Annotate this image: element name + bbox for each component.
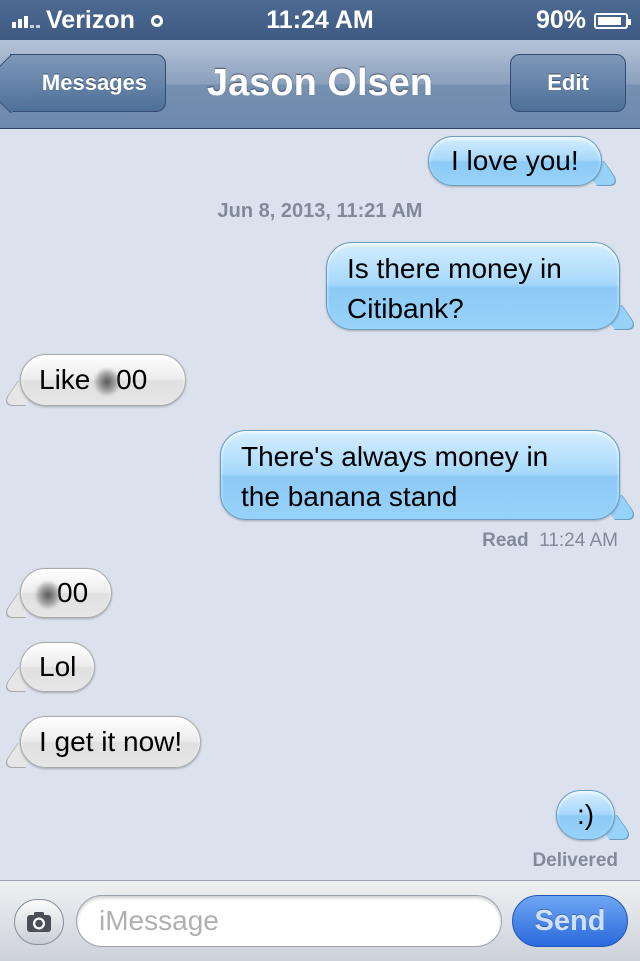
battery-percent: 90% [535, 6, 586, 34]
message-text: Lol [39, 651, 77, 682]
message-text-line: the banana stand [241, 481, 458, 512]
received-message-bubble[interactable]: I get it now! [20, 716, 202, 768]
redacted-blur [94, 367, 121, 396]
back-to-messages-button[interactable]: Messages [10, 54, 166, 112]
date-divider: Jun 8, 2013, 11:21 AM [217, 200, 423, 222]
read-label: Read [482, 530, 529, 551]
send-button[interactable]: Send [512, 895, 628, 947]
read-receipt: Read 11:24 AM [482, 530, 618, 552]
edit-button[interactable]: Edit [510, 54, 626, 112]
camera-button[interactable] [14, 899, 64, 945]
sent-message-bubble[interactable]: Is there money in Citibank? [326, 242, 620, 330]
delivered-label: Delivered [532, 850, 618, 871]
back-button-label: Messages [41, 70, 148, 95]
status-bar: Verizon 11:24 AM 90% [0, 0, 640, 40]
battery-icon [594, 12, 631, 29]
message-text: :) [577, 799, 595, 830]
received-message-bubble[interactable]: Lol [20, 642, 96, 692]
message-text-line: Is there money in [347, 253, 562, 284]
message-text: I get it now! [39, 726, 183, 757]
sent-message-bubble[interactable]: There's always money in the banana stand [220, 430, 620, 520]
compose-bar: Send [0, 880, 640, 961]
redacted-blur [35, 580, 61, 609]
received-message-bubble[interactable]: 00 [20, 568, 112, 618]
message-text: I love you! [451, 145, 579, 176]
received-message-bubble[interactable]: Like 00 [20, 354, 186, 406]
delivered-receipt: Delivered [532, 850, 618, 872]
sent-message-bubble[interactable]: :) [556, 790, 616, 840]
message-text: Like [39, 364, 91, 395]
message-text-line: Citibank? [347, 293, 464, 324]
message-text-line: There's always money in [241, 441, 549, 472]
conversation-title: Jason Olsen [207, 62, 433, 104]
message-text-suffix: 00 [116, 364, 148, 395]
nav-bar: Messages Jason Olsen Edit [0, 40, 640, 129]
read-time: 11:24 AM [539, 530, 618, 551]
imessage-input[interactable] [76, 895, 502, 947]
sent-message-bubble[interactable]: I love you! [428, 136, 602, 186]
message-text-suffix: 00 [57, 577, 89, 608]
battery-info: 90% [535, 6, 631, 35]
camera-icon [27, 912, 51, 932]
